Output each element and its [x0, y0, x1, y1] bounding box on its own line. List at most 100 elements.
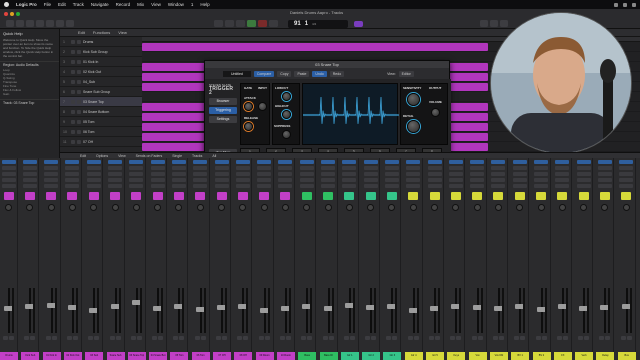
- solo-button[interactable]: [77, 99, 81, 104]
- channel-name[interactable]: 10 Room: [276, 352, 295, 360]
- insert-slot[interactable]: [214, 172, 229, 176]
- send-slot[interactable]: [1, 178, 16, 182]
- pan-knob[interactable]: [260, 204, 268, 211]
- channel-name[interactable]: Kick Sub: [21, 352, 40, 360]
- mute-button[interactable]: [216, 336, 221, 340]
- mute-button[interactable]: [45, 336, 51, 340]
- channel-name[interactable]: Verb: [575, 352, 594, 360]
- fader-track[interactable]: [519, 288, 522, 333]
- channel-name[interactable]: 03 Sub: [85, 352, 104, 360]
- mute-button[interactable]: [130, 336, 136, 340]
- mute-button[interactable]: [3, 336, 8, 340]
- input-slot[interactable]: [193, 166, 208, 170]
- menu-mix[interactable]: Mix: [137, 2, 144, 7]
- pan-knob[interactable]: [154, 204, 162, 211]
- pan-knob[interactable]: [516, 204, 524, 211]
- fader-track[interactable]: [221, 288, 223, 333]
- menu-window[interactable]: Window: [168, 2, 184, 7]
- send-slot[interactable]: [406, 178, 421, 182]
- output-slot[interactable]: [512, 184, 527, 188]
- channel-name[interactable]: 06 Tom: [191, 352, 210, 360]
- send-slot[interactable]: [278, 178, 293, 182]
- output-slot[interactable]: [1, 184, 16, 188]
- insert-slot[interactable]: [86, 172, 101, 176]
- channel-name[interactable]: Snare Sub: [106, 352, 125, 360]
- settings-button[interactable]: Settings: [209, 116, 237, 123]
- input-slot[interactable]: [321, 166, 335, 170]
- fader-track[interactable]: [391, 288, 394, 333]
- track-name[interactable]: 04 Snare Bottom: [83, 110, 109, 114]
- tracks-edit-menu[interactable]: Edit: [78, 30, 85, 35]
- quick-help-button[interactable]: [26, 20, 34, 27]
- track-inspector-header[interactable]: Track: 03 Snare Top: [0, 99, 59, 106]
- solo-button[interactable]: [94, 336, 100, 340]
- solo-button[interactable]: [77, 109, 81, 114]
- insert-slot[interactable]: [108, 172, 122, 176]
- insert-slot[interactable]: [363, 172, 378, 176]
- pan-knob[interactable]: [452, 204, 460, 211]
- pan-knob[interactable]: [601, 204, 609, 211]
- insert-slot[interactable]: [65, 172, 80, 176]
- solo-button[interactable]: [77, 89, 81, 94]
- output-slot[interactable]: [278, 184, 293, 188]
- eq-slot[interactable]: [150, 160, 165, 164]
- output-slot[interactable]: [299, 184, 314, 188]
- eq-slot[interactable]: [470, 160, 485, 164]
- mute-button[interactable]: [66, 336, 72, 340]
- input-slot[interactable]: [363, 166, 378, 170]
- eq-slot[interactable]: [512, 160, 527, 164]
- send-slot[interactable]: [22, 178, 37, 182]
- fader-track[interactable]: [135, 288, 138, 333]
- fader-track[interactable]: [455, 288, 458, 333]
- eq-slot[interactable]: [193, 160, 208, 164]
- channel-name[interactable]: Keys: [447, 352, 466, 360]
- mute-button[interactable]: [71, 109, 75, 114]
- pan-knob[interactable]: [68, 204, 76, 211]
- minimize-icon[interactable]: [10, 12, 14, 16]
- send-slot[interactable]: [534, 178, 548, 182]
- solo-button[interactable]: [562, 336, 568, 340]
- input-slot[interactable]: [108, 166, 122, 170]
- send-slot[interactable]: [86, 178, 101, 182]
- inspector-row-gain[interactable]: Gain: [0, 92, 59, 96]
- output-slot[interactable]: [576, 184, 591, 188]
- send-slot[interactable]: [342, 178, 357, 182]
- region-inspector-header[interactable]: Region: Audio Defaults: [0, 61, 59, 68]
- status-icon[interactable]: [614, 2, 618, 7]
- inspector-button[interactable]: [16, 20, 24, 27]
- output-slot[interactable]: [150, 184, 165, 188]
- solo-button[interactable]: [371, 336, 377, 340]
- menu-track[interactable]: Track: [73, 2, 84, 7]
- channel-name[interactable]: Vox Dbl: [489, 352, 508, 360]
- pan-knob[interactable]: [196, 204, 204, 211]
- input-slot[interactable]: [448, 166, 463, 170]
- pan-knob[interactable]: [345, 204, 353, 211]
- eq-slot[interactable]: [22, 160, 37, 164]
- track-name[interactable]: Snare Sub Group: [83, 90, 110, 94]
- eq-slot[interactable]: [427, 160, 442, 164]
- solo-button[interactable]: [77, 49, 81, 54]
- pan-knob[interactable]: [47, 204, 55, 211]
- fader-track[interactable]: [242, 288, 245, 333]
- pan-knob[interactable]: [218, 204, 225, 211]
- solo-button[interactable]: [520, 336, 526, 340]
- menu-app-name[interactable]: Logic Pro: [16, 2, 37, 7]
- send-slot[interactable]: [257, 178, 272, 182]
- eq-slot[interactable]: [363, 160, 378, 164]
- input-slot[interactable]: [576, 166, 591, 170]
- output-slot[interactable]: [129, 184, 144, 188]
- send-slot[interactable]: [470, 178, 485, 182]
- send-slot[interactable]: [235, 178, 250, 182]
- mute-button[interactable]: [71, 59, 75, 64]
- pan-knob[interactable]: [26, 204, 34, 211]
- channel-name[interactable]: Drums: [0, 352, 18, 360]
- channel-name[interactable]: 01 Kick In: [42, 352, 61, 360]
- mute-button[interactable]: [343, 336, 349, 340]
- insert-slot[interactable]: [235, 172, 250, 176]
- insert-slot[interactable]: [44, 172, 59, 176]
- solo-button[interactable]: [243, 336, 249, 340]
- track-name[interactable]: Drums: [83, 40, 93, 44]
- zoom-icon[interactable]: [16, 12, 20, 16]
- mute-button[interactable]: [386, 336, 392, 340]
- menu-help[interactable]: Help: [200, 2, 209, 7]
